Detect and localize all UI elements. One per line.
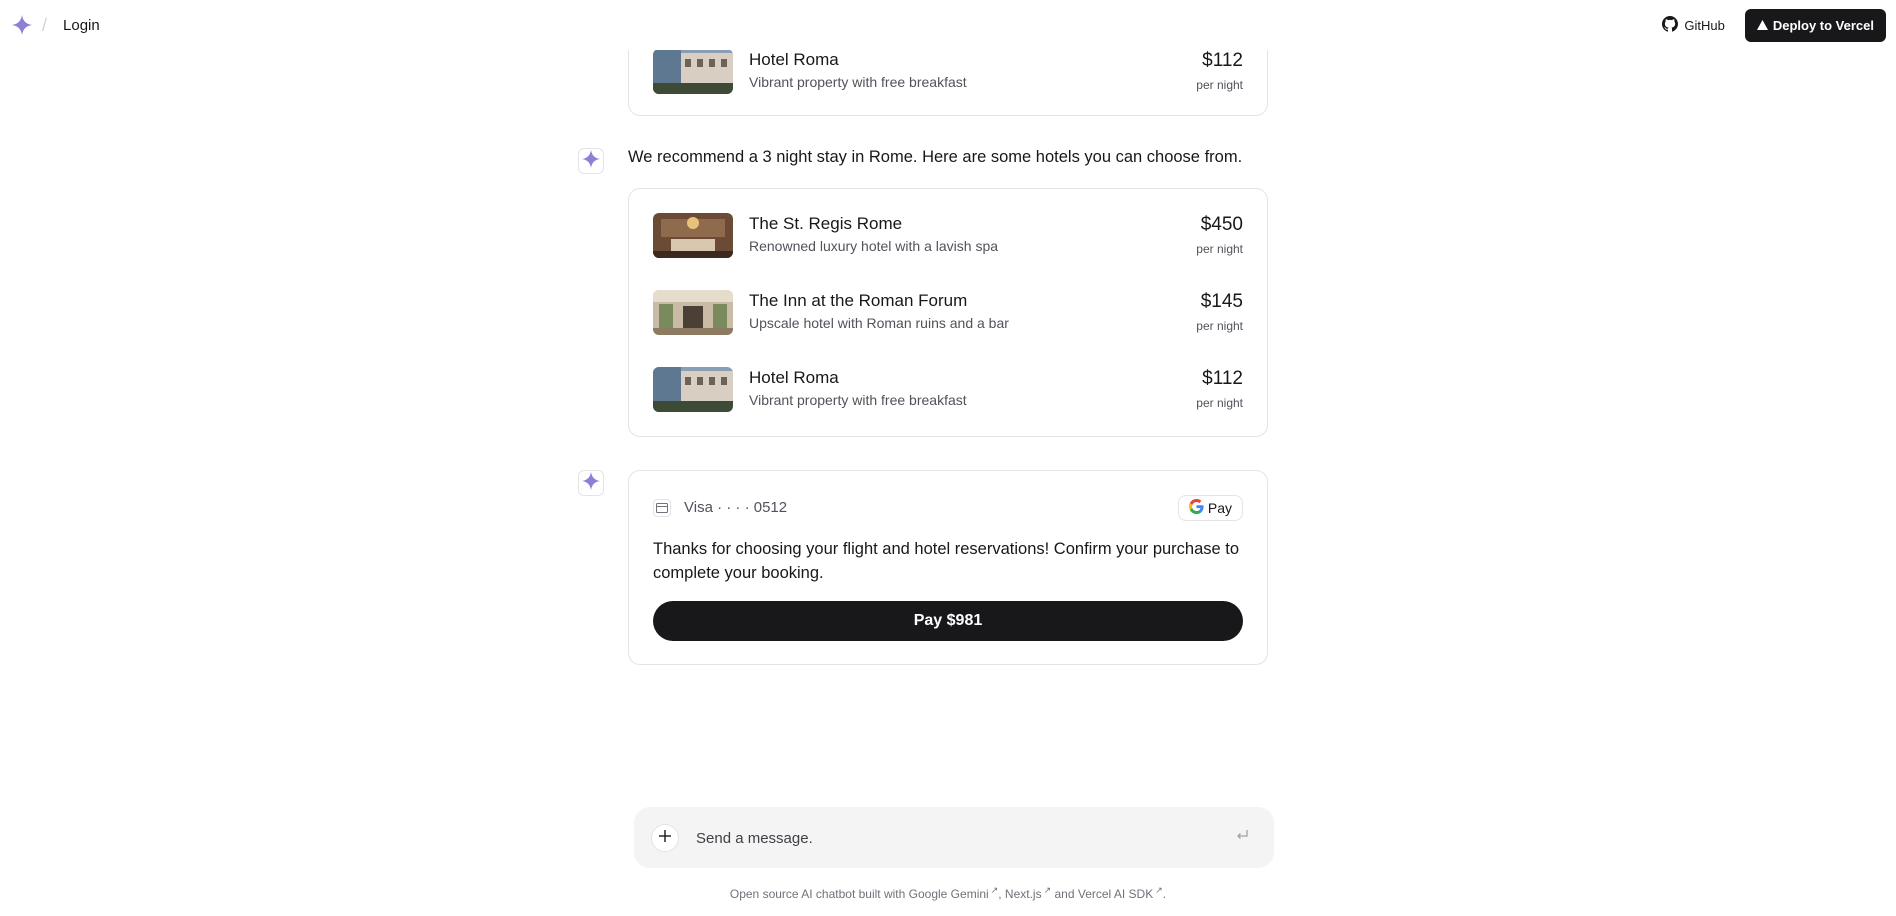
hotel-options-card: The St. Regis Rome Renowned luxury hotel… bbox=[628, 188, 1268, 437]
sparkle-icon bbox=[582, 149, 600, 173]
hotel-price: $112 bbox=[1202, 368, 1243, 389]
enter-return-icon bbox=[1235, 828, 1249, 847]
hotel-thumbnail bbox=[653, 290, 733, 335]
hotel-name: Hotel Roma bbox=[749, 368, 839, 387]
price-unit: per night bbox=[1196, 319, 1243, 333]
footer-note: Open source AI chatbot built with Google… bbox=[0, 885, 1896, 901]
header-actions: GitHub Deploy to Vercel bbox=[1654, 8, 1886, 42]
message-composer bbox=[634, 807, 1274, 868]
credit-card-icon bbox=[653, 499, 671, 517]
hotel-description: Renowned luxury hotel with a lavish spa bbox=[749, 238, 999, 254]
sparkle-logo-icon[interactable] bbox=[10, 13, 34, 37]
assistant-avatar bbox=[578, 470, 604, 496]
hotel-name: The Inn at the Roman Forum bbox=[749, 291, 968, 310]
external-link-icon: ↗ bbox=[1155, 885, 1163, 895]
assistant-avatar bbox=[578, 148, 604, 174]
vercel-triangle-icon bbox=[1756, 18, 1768, 33]
hotel-price: $450 bbox=[1200, 214, 1243, 235]
github-label: GitHub bbox=[1684, 17, 1725, 33]
hotel-row-hotel-roma[interactable]: Hotel Roma Vibrant property with free br… bbox=[629, 343, 1267, 420]
github-link[interactable]: GitHub bbox=[1654, 10, 1732, 41]
hotel-thumbnail bbox=[653, 367, 733, 412]
google-pay-button[interactable]: Pay bbox=[1177, 495, 1243, 521]
footer-separator: , bbox=[998, 887, 1005, 901]
footer-prefix: Open source AI chatbot built with bbox=[729, 887, 909, 901]
hotel-row-inn-roman-forum[interactable]: The Inn at the Roman Forum Upscale hotel… bbox=[629, 266, 1267, 343]
hotel-name: Hotel Roma bbox=[749, 50, 839, 69]
pay-button[interactable]: Pay $981 bbox=[653, 601, 1243, 641]
payment-message: Thanks for choosing your flight and hote… bbox=[653, 540, 1240, 582]
price-unit: per night bbox=[1196, 396, 1243, 410]
payment-card: Visa · · · · 0512 Pay Thanks for choosin… bbox=[628, 470, 1268, 665]
sparkle-icon bbox=[582, 471, 600, 495]
assistant-message-text: We recommend a 3 night stay in Rome. Her… bbox=[628, 148, 1243, 166]
footer-suffix: . bbox=[1162, 887, 1167, 901]
github-icon bbox=[1662, 15, 1679, 35]
deploy-to-vercel-button[interactable]: Deploy to Vercel bbox=[1744, 8, 1886, 42]
hotel-description: Vibrant property with free breakfast bbox=[749, 392, 967, 408]
message-input[interactable] bbox=[696, 827, 1176, 849]
hotel-description: Vibrant property with free breakfast bbox=[749, 74, 967, 90]
price-unit: per night bbox=[1196, 78, 1243, 92]
payment-method-label: Visa · · · · 0512 bbox=[684, 499, 788, 516]
plus-icon bbox=[658, 829, 672, 848]
deploy-label: Deploy to Vercel bbox=[1772, 17, 1874, 33]
google-pay-label: Pay bbox=[1207, 500, 1232, 516]
hotel-thumbnail bbox=[653, 213, 733, 258]
hotel-price: $112 bbox=[1202, 50, 1243, 71]
send-button[interactable] bbox=[1232, 827, 1252, 847]
price-unit: per night bbox=[1196, 242, 1243, 256]
attach-button[interactable] bbox=[651, 824, 679, 852]
top-bar: / Login GitHub Deploy to Vercel bbox=[0, 0, 1896, 50]
nextjs-link[interactable]: Next.js bbox=[1005, 887, 1042, 901]
breadcrumb-separator: / bbox=[42, 14, 48, 35]
hotel-row-st-regis[interactable]: The St. Regis Rome Renowned luxury hotel… bbox=[629, 189, 1267, 266]
google-gemini-link[interactable]: Google Gemini bbox=[909, 887, 989, 901]
vercel-ai-sdk-link[interactable]: Vercel AI SDK bbox=[1078, 887, 1153, 901]
footer-separator: and bbox=[1051, 887, 1078, 901]
login-link[interactable]: Login bbox=[63, 17, 100, 34]
hotel-name: The St. Regis Rome bbox=[749, 214, 903, 233]
hotel-description: Upscale hotel with Roman ruins and a bar bbox=[749, 315, 1009, 331]
hotel-thumbnail bbox=[653, 49, 733, 94]
hotel-price: $145 bbox=[1200, 291, 1243, 312]
google-g-icon bbox=[1188, 499, 1204, 517]
